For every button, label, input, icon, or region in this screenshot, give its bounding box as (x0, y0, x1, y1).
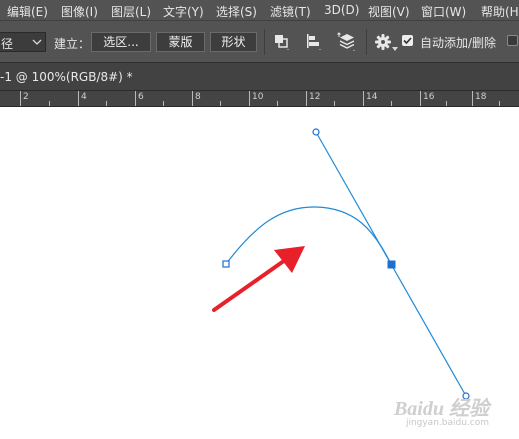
direction-handle-top[interactable] (312, 128, 320, 136)
red-arrow-annotation (212, 246, 305, 312)
watermark-logo: Baidu 经验 (393, 398, 489, 420)
anchor-point-selected[interactable] (387, 260, 396, 269)
anchor-point-start[interactable] (222, 260, 230, 268)
path-overlay (212, 128, 470, 400)
watermark-url: jingyan.baidu.com (405, 418, 489, 428)
bezier-path[interactable] (225, 206, 392, 265)
